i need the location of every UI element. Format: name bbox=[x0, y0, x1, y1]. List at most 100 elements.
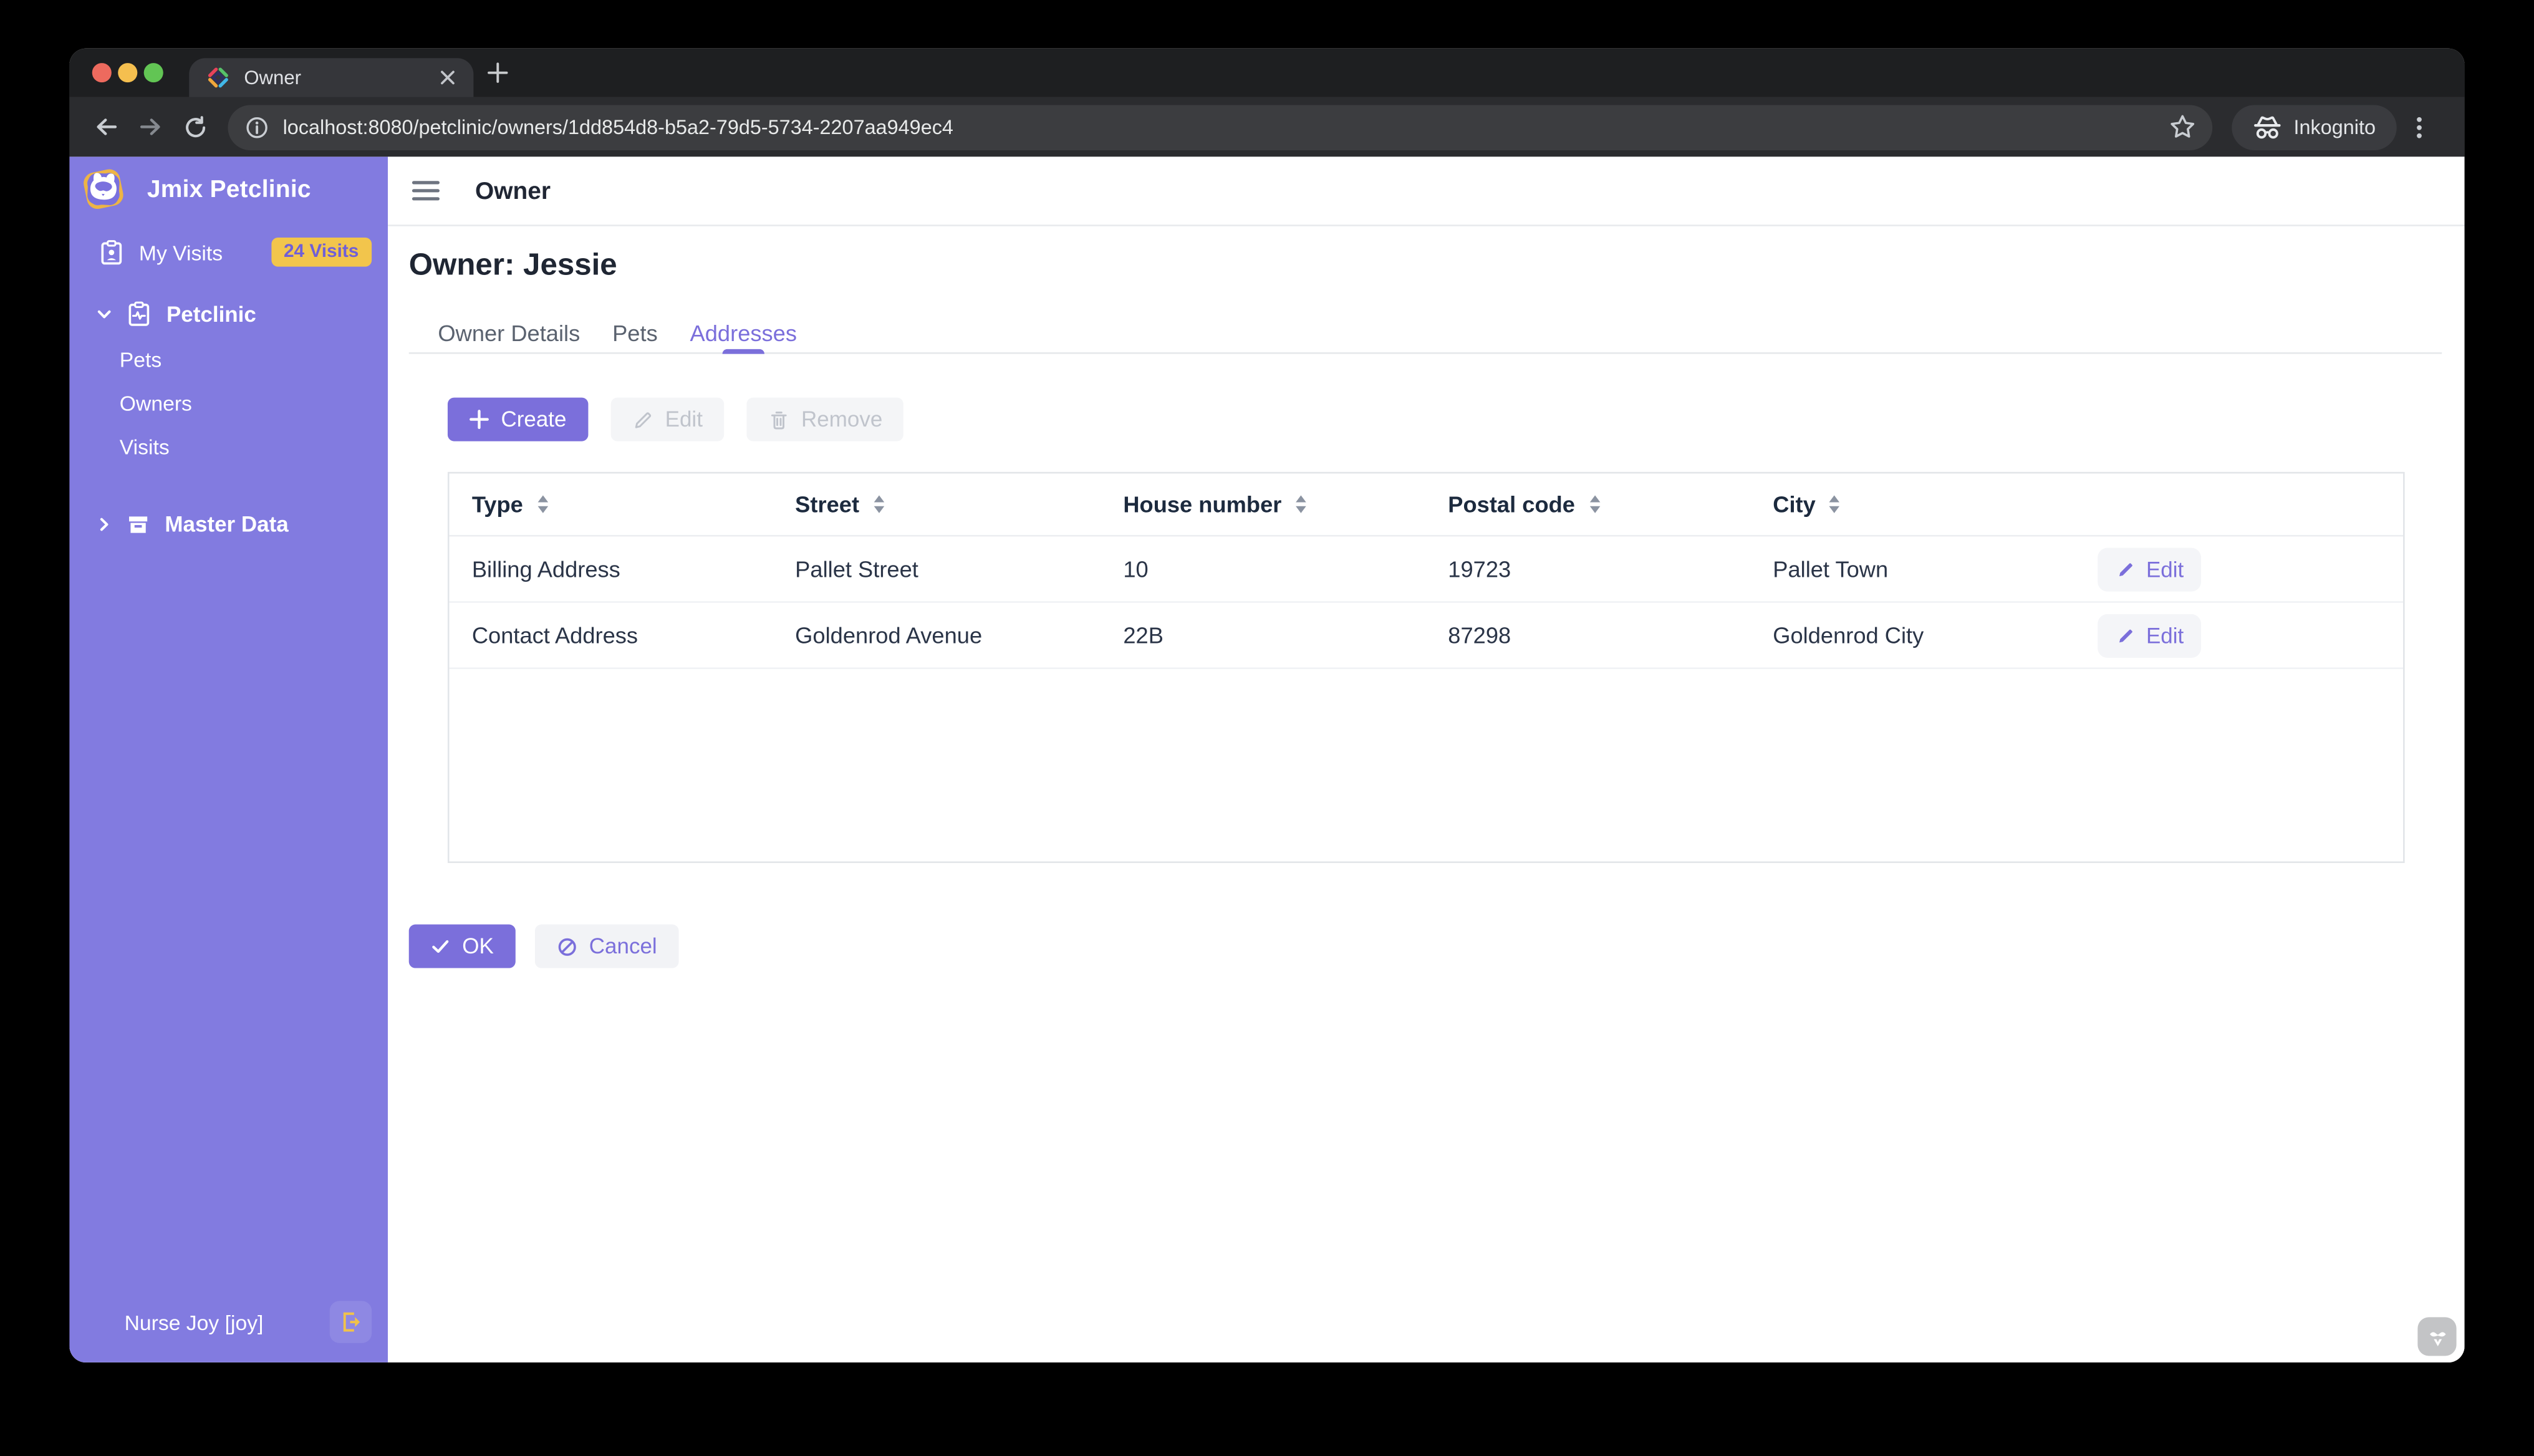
column-header-label: House number bbox=[1123, 491, 1282, 518]
ok-button-label: OK bbox=[462, 934, 494, 958]
bookmark-star-icon[interactable] bbox=[2169, 113, 2197, 140]
url-bar[interactable]: localhost:8080/petclinic/owners/1dd854d8… bbox=[228, 104, 2213, 150]
tab-owner-details[interactable]: Owner Details bbox=[422, 312, 596, 352]
url-text: localhost:8080/petclinic/owners/1dd854d8… bbox=[282, 115, 953, 138]
sort-icon[interactable] bbox=[1829, 494, 1842, 514]
sidebar-section-label: Master Data bbox=[165, 511, 289, 536]
detail-tabs: Owner Details Pets Addresses bbox=[408, 312, 2442, 354]
back-icon[interactable] bbox=[82, 104, 128, 150]
tab-close-icon[interactable] bbox=[435, 65, 460, 90]
column-header-label: City bbox=[1773, 491, 1816, 518]
table-cell-actions: Edit bbox=[2075, 613, 2403, 657]
sort-icon[interactable] bbox=[1294, 494, 1308, 514]
page-title: Owner: Jessie bbox=[408, 249, 617, 283]
row-edit-button-label: Edit bbox=[2146, 623, 2184, 648]
ban-icon bbox=[557, 937, 576, 955]
sidebar-item-label: Pets bbox=[119, 346, 162, 371]
remove-button[interactable]: Remove bbox=[746, 397, 904, 441]
column-header[interactable]: City bbox=[1750, 491, 2075, 517]
vaadin-dev-tools-icon bbox=[2429, 1331, 2445, 1346]
table-row[interactable]: Contact Address Goldenrod Avenue 22B 87298 G… bbox=[449, 603, 2404, 670]
owner-detail-view: Owner: Jessie Owner Details Pets Address… bbox=[388, 249, 2465, 968]
table-cell-city: Goldenrod City bbox=[1773, 622, 1924, 648]
column-header[interactable]: House number bbox=[1101, 491, 1425, 517]
table-cell-street: Goldenrod Avenue bbox=[795, 622, 983, 648]
browser-menu-icon[interactable] bbox=[2397, 104, 2442, 150]
edit-button-label: Edit bbox=[665, 407, 703, 432]
app-bar-title: Owner bbox=[475, 176, 551, 205]
window-zoom-button[interactable] bbox=[143, 63, 163, 83]
edit-button[interactable]: Edit bbox=[610, 397, 724, 441]
sidebar-item-pets[interactable]: Pets bbox=[120, 342, 161, 375]
create-button[interactable]: Create bbox=[447, 397, 588, 441]
tab-pets[interactable]: Pets bbox=[596, 312, 673, 352]
forward-icon[interactable] bbox=[128, 104, 173, 150]
table-row[interactable]: Billing Address Pallet Street 10 19723 Palle… bbox=[449, 536, 2404, 603]
edit-pencil-icon bbox=[2119, 629, 2132, 642]
new-tab-icon[interactable] bbox=[480, 55, 516, 90]
browser-tab[interactable]: Owner bbox=[189, 58, 474, 97]
sidebar-item-label: Visits bbox=[119, 433, 170, 458]
create-button-label: Create bbox=[501, 407, 567, 432]
jmix-favicon-icon bbox=[208, 67, 228, 88]
chevron-right-icon bbox=[92, 515, 115, 533]
column-header-label: Type bbox=[471, 491, 523, 518]
sidebar-section-petclinic[interactable]: Petclinic bbox=[85, 292, 372, 334]
table-cell-postal-code: 87298 bbox=[1448, 622, 1511, 648]
my-visits-icon bbox=[101, 240, 122, 265]
tab-addresses[interactable]: Addresses bbox=[674, 312, 813, 352]
remove-button-label: Remove bbox=[801, 407, 883, 432]
row-edit-button[interactable]: Edit bbox=[2098, 547, 2202, 591]
app-logo bbox=[84, 169, 123, 210]
row-edit-button-label: Edit bbox=[2146, 556, 2184, 581]
plus-icon bbox=[470, 410, 489, 429]
trash-icon bbox=[771, 410, 787, 429]
column-header-label: Street bbox=[795, 491, 860, 518]
sort-icon[interactable] bbox=[536, 494, 549, 514]
grid-actions: Create Edit Remove bbox=[409, 397, 2465, 441]
incognito-icon bbox=[2254, 115, 2281, 138]
sort-icon[interactable] bbox=[1588, 494, 1601, 514]
sidebar-item-my-visits[interactable]: My Visits 24 Visits bbox=[85, 231, 372, 273]
app-logo-row: Jmix Petclinic bbox=[81, 166, 311, 212]
table-cell-actions: Edit bbox=[2075, 547, 2403, 591]
cancel-button-label: Cancel bbox=[589, 934, 657, 958]
table-cell-house-number: 22B bbox=[1123, 622, 1163, 648]
ok-button[interactable]: OK bbox=[408, 924, 515, 968]
user-name: Nurse Joy [joy] bbox=[124, 1309, 264, 1334]
sidebar-item-owners[interactable]: Owners bbox=[120, 386, 192, 418]
app-title: Jmix Petclinic bbox=[147, 175, 311, 203]
table-cell-postal-code: 19723 bbox=[1448, 556, 1511, 582]
browser-tab-strip: Owner bbox=[69, 48, 2465, 97]
column-header[interactable]: Postal code bbox=[1425, 491, 1750, 517]
column-header[interactable]: Type bbox=[450, 491, 773, 517]
table-cell-street: Pallet Street bbox=[795, 556, 918, 582]
logout-button[interactable] bbox=[329, 1301, 372, 1343]
site-info-icon[interactable] bbox=[244, 114, 269, 140]
window-close-button[interactable] bbox=[92, 63, 112, 83]
column-header[interactable]: Street bbox=[773, 491, 1101, 517]
main-area: Owner Owner: Jessie Owner Details Pets A… bbox=[388, 157, 2465, 1362]
app-bar: Owner bbox=[388, 157, 2465, 226]
user-row: Nurse Joy [joy] bbox=[85, 1301, 372, 1343]
browser-window: Owner localhost:8080/petclinic/owners/1d… bbox=[69, 48, 2465, 1362]
column-header-label: Postal code bbox=[1448, 491, 1575, 518]
browser-toolbar: localhost:8080/petclinic/owners/1dd854d8… bbox=[69, 97, 2465, 157]
screen: Owner localhost:8080/petclinic/owners/1d… bbox=[0, 0, 2534, 1456]
vaadin-dev-tools-button[interactable] bbox=[2417, 1317, 2457, 1356]
logout-icon bbox=[343, 1312, 360, 1332]
tab-title: Owner bbox=[244, 66, 301, 89]
sort-icon[interactable] bbox=[872, 494, 885, 514]
cancel-button[interactable]: Cancel bbox=[534, 924, 678, 968]
reload-icon[interactable] bbox=[173, 104, 218, 150]
sidebar-item-visits[interactable]: Visits bbox=[120, 430, 170, 462]
table-cell-type: Billing Address bbox=[471, 556, 620, 582]
sidebar-section-master-data[interactable]: Master Data bbox=[85, 503, 372, 544]
check-icon bbox=[432, 940, 449, 953]
row-edit-button[interactable]: Edit bbox=[2098, 613, 2202, 657]
pencil-icon bbox=[634, 412, 650, 428]
table-cell-type: Contact Address bbox=[471, 622, 638, 648]
edit-pencil-icon bbox=[2119, 562, 2132, 576]
window-minimize-button[interactable] bbox=[118, 63, 138, 83]
menu-toggle-icon[interactable] bbox=[412, 170, 454, 211]
